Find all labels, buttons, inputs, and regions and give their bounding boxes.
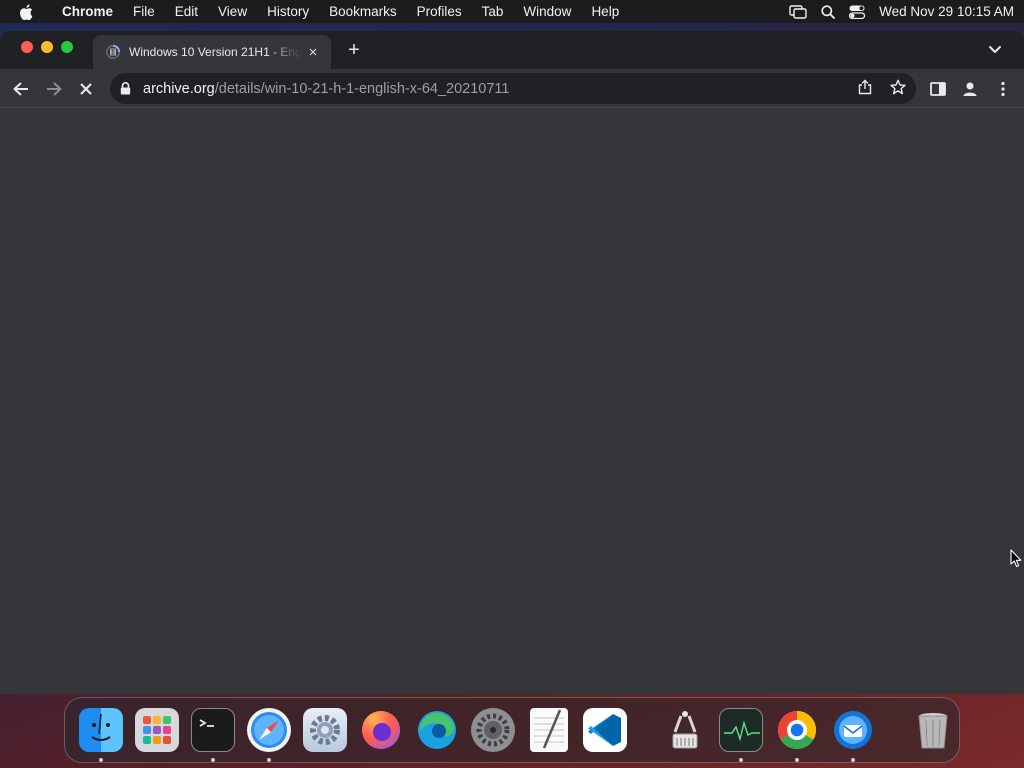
- running-indicator: [211, 758, 215, 762]
- tab-loading-favicon-icon: [105, 44, 121, 60]
- lock-icon[interactable]: [120, 82, 134, 95]
- dock-system-information[interactable]: [661, 706, 709, 754]
- page-content-area[interactable]: [0, 108, 1024, 694]
- bookmark-star-icon[interactable]: [890, 79, 906, 99]
- running-indicator: [851, 758, 855, 762]
- thunderbird-icon: [831, 708, 875, 752]
- terminal-icon: [191, 708, 235, 752]
- dock-trash[interactable]: [909, 706, 957, 754]
- system-information-icon: [663, 708, 707, 752]
- menu-bar: Chrome File Edit View History Bookmarks …: [0, 0, 1024, 23]
- safari-icon: [247, 708, 291, 752]
- menu-history[interactable]: History: [257, 4, 319, 19]
- tab-close-icon[interactable]: ×: [305, 44, 321, 61]
- address-bar[interactable]: archive.org/details/win-10-21-h-1-englis…: [110, 73, 916, 104]
- dock-terminal[interactable]: [189, 706, 237, 762]
- back-arrow-icon[interactable]: [10, 78, 32, 100]
- dock-activity-monitor[interactable]: [717, 706, 765, 762]
- chrome-icon: [775, 708, 819, 752]
- menu-bookmarks[interactable]: Bookmarks: [319, 4, 407, 19]
- browser-toolbar: archive.org/details/win-10-21-h-1-englis…: [0, 69, 1024, 108]
- dock-safari[interactable]: [245, 706, 293, 762]
- running-indicator: [795, 758, 799, 762]
- menu-view[interactable]: View: [208, 4, 257, 19]
- running-indicator: [739, 758, 743, 762]
- menu-app-name[interactable]: Chrome: [52, 4, 123, 19]
- mouse-cursor-icon: [1010, 549, 1022, 573]
- running-indicator: [99, 758, 103, 762]
- browser-window: Windows 10 Version 21H1 - English x64 × …: [0, 31, 1024, 694]
- running-indicator: [267, 758, 271, 762]
- launchpad-icon: [135, 708, 179, 752]
- url-path: /details/win-10-21-h-1-english-x-64_2021…: [214, 80, 510, 97]
- finder-icon: [79, 708, 123, 752]
- control-center-icon[interactable]: [849, 5, 866, 19]
- system-preferences-icon: [471, 708, 515, 752]
- dock-firefox[interactable]: [357, 706, 405, 754]
- tab-strip: Windows 10 Version 21H1 - English x64 × …: [0, 31, 1024, 69]
- dock-edge[interactable]: [413, 706, 461, 754]
- menu-help[interactable]: Help: [581, 4, 629, 19]
- dock-thunderbird[interactable]: [829, 706, 877, 762]
- tab-search-chevron-icon[interactable]: [988, 42, 1002, 60]
- activity-monitor-icon: [719, 708, 763, 752]
- menu-profiles[interactable]: Profiles: [407, 4, 472, 19]
- tab-title: Windows 10 Version 21H1 - English x64: [129, 45, 301, 59]
- share-icon[interactable]: [858, 79, 872, 99]
- trash-icon: [911, 708, 955, 752]
- tab-active[interactable]: Windows 10 Version 21H1 - English x64 ×: [93, 35, 331, 69]
- window-close-button[interactable]: [21, 41, 33, 53]
- spotlight-search-icon[interactable]: [821, 4, 836, 19]
- menu-window[interactable]: Window: [513, 4, 581, 19]
- stop-loading-icon[interactable]: [75, 78, 97, 100]
- menu-file[interactable]: File: [123, 4, 165, 19]
- url-domain: archive.org: [143, 80, 215, 97]
- more-menu-icon[interactable]: [992, 78, 1014, 100]
- screen-mirroring-icon[interactable]: [789, 4, 807, 19]
- firefox-icon: [359, 708, 403, 752]
- menu-edit[interactable]: Edit: [165, 4, 208, 19]
- new-tab-button[interactable]: +: [342, 38, 366, 62]
- dock-textedit[interactable]: [525, 706, 573, 754]
- gear-app-icon: [303, 708, 347, 752]
- window-minimize-button[interactable]: [41, 41, 53, 53]
- dock: [64, 697, 960, 763]
- dock-finder[interactable]: [77, 706, 125, 762]
- dock-chrome[interactable]: [773, 706, 821, 762]
- menu-tab[interactable]: Tab: [472, 4, 514, 19]
- dock-system-preferences[interactable]: [469, 706, 517, 754]
- textedit-icon: [530, 708, 568, 752]
- apple-menu-icon[interactable]: [0, 4, 52, 20]
- menu-bar-clock[interactable]: Wed Nov 29 10:15 AM: [879, 4, 1014, 19]
- dock-vscode[interactable]: [581, 706, 629, 754]
- edge-icon: [415, 708, 459, 752]
- dock-launchpad[interactable]: [133, 706, 181, 754]
- window-zoom-button[interactable]: [61, 41, 73, 53]
- vscode-icon: [583, 708, 627, 752]
- forward-arrow-icon[interactable]: [43, 78, 65, 100]
- profile-avatar-icon[interactable]: [959, 78, 981, 100]
- side-panel-icon[interactable]: [927, 78, 949, 100]
- dock-settings-utility[interactable]: [301, 706, 349, 754]
- window-controls: [21, 41, 73, 53]
